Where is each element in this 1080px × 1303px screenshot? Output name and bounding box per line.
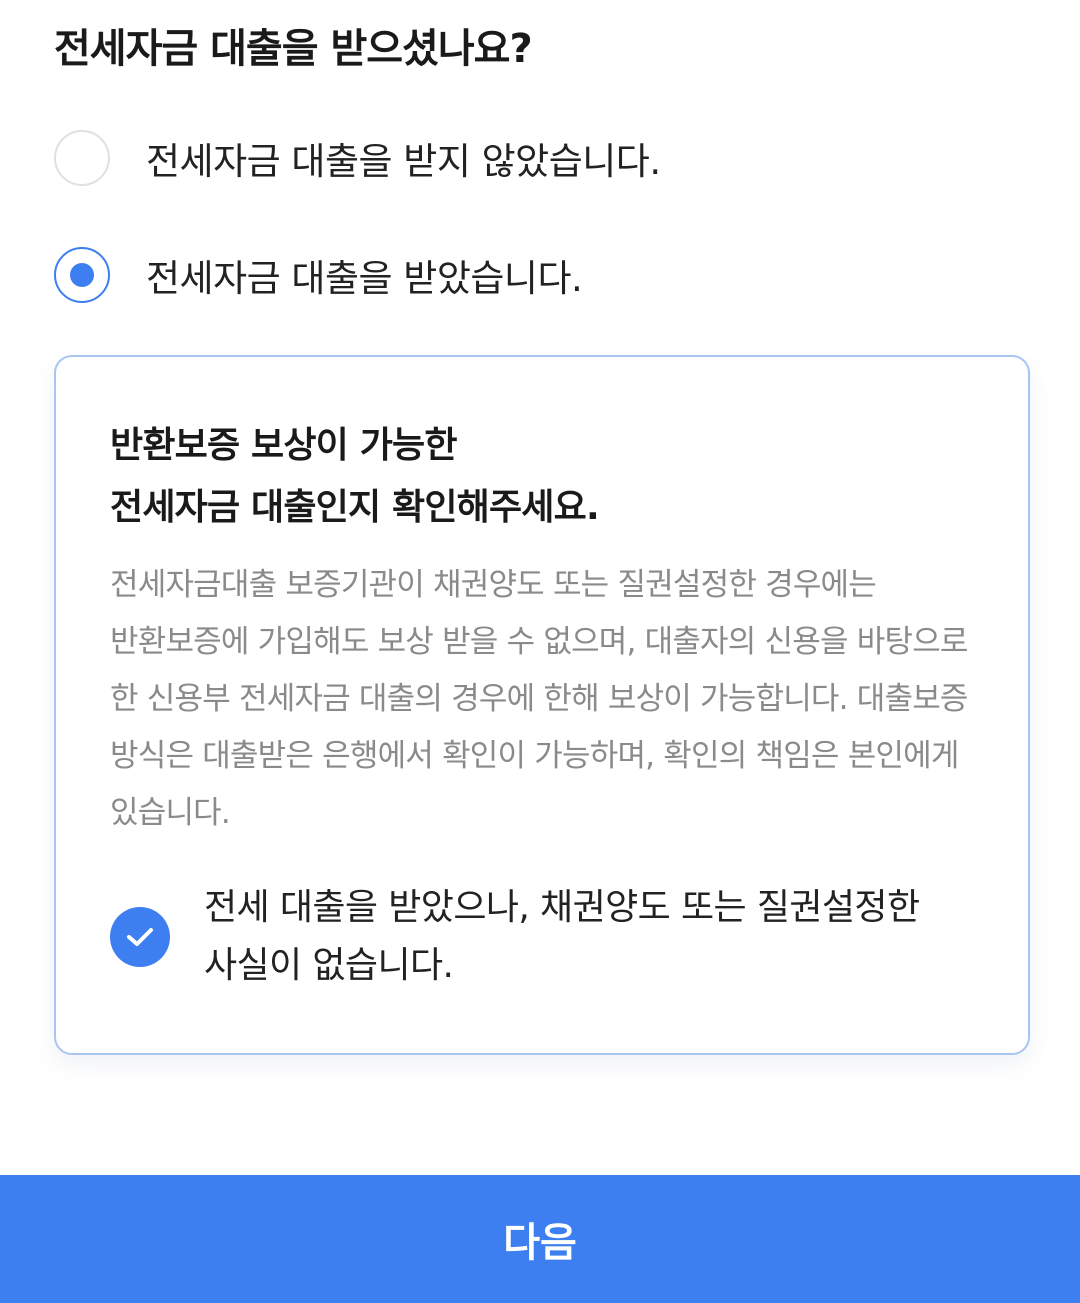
card-title-line1: 반환보증 보상이 가능한 (110, 425, 457, 466)
page-title: 전세자금 대출을 받으셨나요? (54, 26, 533, 72)
info-card: 반환보증 보상이 가능한 전세자금 대출인지 확인해주세요. 전세자금대출 보증… (54, 355, 1030, 1055)
card-title: 반환보증 보상이 가능한 전세자금 대출인지 확인해주세요. (110, 415, 600, 539)
next-button[interactable]: 다음 (0, 1175, 1080, 1303)
option-no-loan-label: 전세자금 대출을 받지 않았습니다. (146, 140, 661, 183)
card-title-line2: 전세자금 대출인지 확인해주세요. (110, 487, 600, 528)
option-has-loan-label: 전세자금 대출을 받았습니다. (146, 257, 583, 300)
checkmark-glyph (127, 928, 153, 946)
radio-selected-icon[interactable] (54, 247, 110, 303)
option-has-loan[interactable]: 전세자금 대출을 받았습니다. (54, 247, 583, 303)
card-description: 전세자금대출 보증기관이 채권양도 또는 질권설정한 경우에는 반환보증에 가입… (110, 567, 968, 831)
option-no-loan[interactable]: 전세자금 대출을 받지 않았습니다. (54, 130, 661, 186)
radio-dot (70, 263, 94, 287)
check-icon[interactable] (110, 907, 170, 967)
confirm-label: 전세 대출을 받았으나, 채권양도 또는 질권설정한 사실이 없습니다. (204, 887, 920, 986)
radio-unselected-icon[interactable] (54, 130, 110, 186)
loan-question-page: 전세자금 대출을 받으셨나요? 전세자금 대출을 받지 않았습니다. 전세자금 … (0, 0, 1080, 1303)
confirm-checkbox[interactable]: 전세 대출을 받았으나, 채권양도 또는 질권설정한 사실이 없습니다. (110, 879, 990, 995)
